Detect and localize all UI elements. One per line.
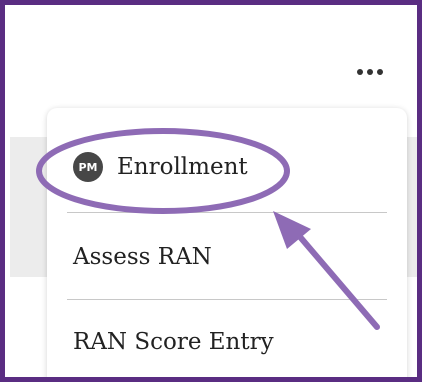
more-dot-icon xyxy=(357,69,363,75)
menu-divider xyxy=(67,212,387,213)
screenshot-frame: PM Enrollment Assess RAN RAN Score Entry xyxy=(0,0,422,382)
menu-divider xyxy=(67,299,387,300)
menu-item-label: RAN Score Entry xyxy=(73,329,274,355)
menu-item-enrollment[interactable]: PM Enrollment xyxy=(73,152,248,182)
menu-item-label: Enrollment xyxy=(117,154,248,180)
menu-item-label: Assess RAN xyxy=(73,244,212,270)
more-dot-icon xyxy=(377,69,383,75)
more-dot-icon xyxy=(367,69,373,75)
menu-item-assess-ran[interactable]: Assess RAN xyxy=(73,244,212,270)
pm-badge-icon: PM xyxy=(73,152,103,182)
menu-item-ran-score-entry[interactable]: RAN Score Entry xyxy=(73,329,274,355)
more-options-button[interactable] xyxy=(345,59,395,85)
dropdown-menu: PM Enrollment Assess RAN RAN Score Entry xyxy=(47,108,407,377)
